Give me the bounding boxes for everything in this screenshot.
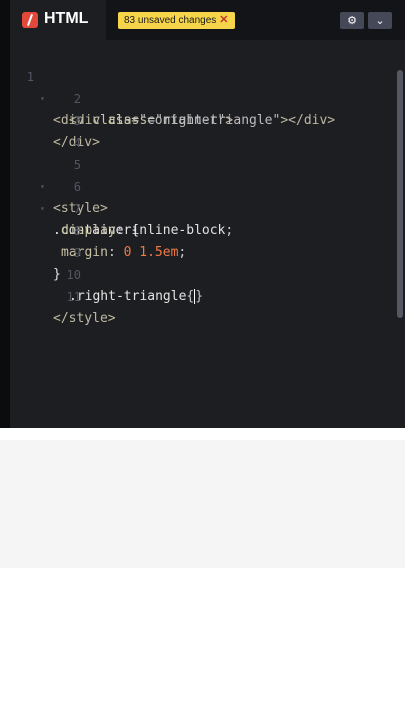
html-logo-icon: [22, 12, 38, 28]
editor-scrollbar[interactable]: [397, 70, 403, 318]
line-number: 11: [66, 290, 81, 304]
line-number: 6: [73, 180, 81, 194]
code-token: class: [108, 113, 148, 128]
code-token: }: [195, 289, 204, 304]
code-line: 3 </div>: [10, 88, 100, 150]
result-preview[interactable]: [0, 440, 405, 568]
collapse-button[interactable]: ⌄: [368, 12, 392, 29]
line-number: 8: [73, 224, 81, 238]
window-frame: [0, 0, 10, 428]
code-token: "right-triangle": [155, 113, 281, 128]
code-token: {: [186, 289, 195, 304]
code-token: .right-triangle: [69, 289, 187, 304]
code-token: :: [115, 223, 132, 238]
code-line: 6 ▾ .container{: [10, 154, 139, 238]
unsaved-changes-badge[interactable]: 83 unsaved changes ✕: [118, 12, 235, 29]
result-pane-divider: [0, 428, 405, 440]
code-line: 11 </style>: [10, 264, 116, 326]
gear-icon: ⚙: [347, 14, 357, 27]
unsaved-changes-label: 83 unsaved changes: [124, 15, 217, 26]
close-icon[interactable]: ✕: [219, 14, 228, 26]
line-number: 10: [66, 268, 81, 282]
code-token: ></div>: [280, 113, 336, 128]
code-token: inline-block: [131, 223, 226, 238]
line-number: 2: [73, 92, 81, 106]
code-editor[interactable]: HTML 83 unsaved changes ✕ ⚙ ⌄ 1 ▾ <div cl…: [10, 0, 405, 428]
code-line: 10 .right-triangle{}: [10, 242, 203, 304]
code-line: 5 ▾ <style>: [10, 132, 108, 216]
code-line: 1 ▾ <div class="container">: [10, 44, 233, 128]
code-line: 8 margin: 0 1.5em;: [10, 198, 186, 260]
line-number: 4: [73, 136, 81, 150]
code-line: 7 display: inline-block;: [10, 176, 233, 238]
line-number: 7: [73, 202, 81, 216]
code-line: 4: [10, 110, 81, 150]
line-number: 3: [73, 114, 81, 128]
code-token: :: [107, 245, 124, 260]
code-line: 9 }: [10, 220, 81, 282]
code-token: 0 1.5em: [123, 245, 179, 260]
code-line: 2 <div class="right-triangle"></div>: [10, 66, 335, 128]
code-token: ;: [225, 223, 234, 238]
editor-header: HTML 83 unsaved changes ✕ ⚙ ⌄: [10, 0, 405, 40]
settings-button[interactable]: ⚙: [340, 12, 364, 29]
line-number: 9: [73, 246, 81, 260]
code-token: </style>: [53, 311, 116, 326]
code-token: =: [147, 113, 156, 128]
code-token: ;: [178, 245, 187, 260]
line-number: 5: [73, 158, 81, 172]
editor-title: HTML: [44, 10, 89, 27]
chevron-down-icon: ⌄: [375, 14, 385, 27]
